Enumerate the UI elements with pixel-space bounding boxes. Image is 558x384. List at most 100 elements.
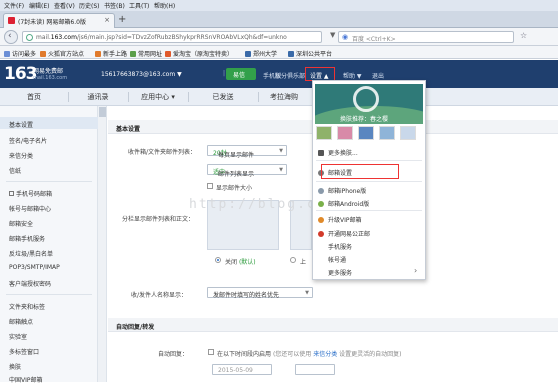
sidebar-item-skin[interactable]: 换肤 <box>9 362 21 371</box>
account-menu[interactable]: 15617663873@163.com ▼ <box>101 71 182 78</box>
sidebar-item-account-center[interactable]: 帐号与邮箱中心 <box>9 204 51 213</box>
tab-contacts[interactable]: 通讯录 <box>68 88 128 106</box>
density-select[interactable]: 邮件列表显示 适中 ▼ <box>207 164 287 178</box>
menu-bookmarks[interactable]: 书签(B) <box>104 1 125 10</box>
mail-logo[interactable]: 163 <box>4 64 37 84</box>
help-menu[interactable]: 帮助 ▼ <box>343 71 362 80</box>
tab-app-center[interactable]: 应用中心 ▾ <box>128 88 188 106</box>
tab-sent[interactable]: 已发送 <box>188 88 258 106</box>
menu-view[interactable]: 查看(V) <box>54 1 75 10</box>
sidebar-item-stationery[interactable]: 信纸 <box>9 166 21 175</box>
bookmark-shenzhen[interactable]: 深圳公共平台 <box>288 49 332 58</box>
sidebar-item-pop3[interactable]: POP3/SMTP/IMAP <box>9 264 60 271</box>
skin-ring-icon <box>353 86 379 112</box>
new-tab-button[interactable]: + <box>118 14 126 25</box>
sidebar-item-touchpoints[interactable]: 邮箱触点 <box>9 317 33 326</box>
skin-thumb[interactable] <box>379 126 395 140</box>
menu-help[interactable]: 帮助(H) <box>154 1 175 10</box>
search-input[interactable]: ◉ 百度 <Ctrl+K> <box>338 31 514 43</box>
sidebar-item-vip[interactable]: 中国VIP邮箱 <box>9 375 43 384</box>
bookmark-common-sites[interactable]: 常用网址 <box>130 49 162 58</box>
bookmark-zzu[interactable]: 郑州大学 <box>245 49 277 58</box>
sidebar-item-folders[interactable]: 文件夹和标签 <box>9 302 45 311</box>
yixin-button[interactable]: 易信 <box>226 68 256 80</box>
skin-thumb[interactable] <box>358 126 374 140</box>
mail-settings-highlight <box>321 164 399 179</box>
sender-name-select[interactable]: 发邮件时填写的姓名优先 ▼ <box>207 287 313 299</box>
folder-icon <box>130 51 136 57</box>
android-icon <box>318 201 324 207</box>
more-skins-item[interactable]: 更多换肤... <box>318 148 358 157</box>
sidebar-item-client-password[interactable]: 客户端授权密码 <box>9 279 51 288</box>
bookmark-ai-taobao[interactable]: 爱淘宝（原淘宝特卖） <box>165 49 233 58</box>
auto-reply-checkbox[interactable] <box>208 349 214 355</box>
url-text: mail.163.com/js6/main.jsp?sid=TDvzZofRub… <box>36 34 287 41</box>
android-version-item[interactable]: 邮箱Android版 <box>318 199 369 208</box>
sidebar-item-security[interactable]: 邮箱安全 <box>9 219 33 228</box>
logout-link[interactable]: 退出 <box>372 71 384 80</box>
vip-icon <box>318 217 324 223</box>
per-page-select[interactable]: 每页显示邮件 20封 ▼ <box>207 145 287 159</box>
upgrade-vip-item[interactable]: 升级VIP邮箱 <box>318 215 362 224</box>
end-date-input[interactable] <box>295 364 335 375</box>
chevron-down-icon: ▼ <box>305 290 309 296</box>
logo-subtitle: 网易免费邮 <box>33 68 64 75</box>
account-pass-item[interactable]: 帐号通 <box>318 255 346 264</box>
back-button[interactable]: ‹ <box>4 30 18 44</box>
close-tab-icon[interactable]: × <box>104 16 110 24</box>
sidebar-item-filters[interactable]: 来信分类 <box>9 151 33 160</box>
browser-tab[interactable]: (7封未读) 网易邮箱6.0版 × <box>3 13 115 28</box>
auto-reply-option: 在以下时间段内启用 (您还可以使用 来信分类 设置更灵活的自动回复) <box>217 351 402 358</box>
bookmark-firefox-site[interactable]: 火狐官方站点 <box>40 49 84 58</box>
menu-edit[interactable]: 编辑(E) <box>29 1 49 10</box>
bookmark-star-icon[interactable]: ☆ <box>520 31 527 40</box>
split-off-radio[interactable] <box>215 257 221 263</box>
divider <box>316 160 422 161</box>
skin-thumb[interactable] <box>316 126 332 140</box>
menu-file[interactable]: 文件(F) <box>4 1 24 10</box>
sidebar-item-phone-mail[interactable]: 手机号码邮箱 <box>9 189 52 198</box>
sidebar-item-signature[interactable]: 签名/电子名片 <box>9 136 47 145</box>
menu-history[interactable]: 历史(S) <box>79 1 100 10</box>
firefox-icon <box>40 51 46 57</box>
notarized-mail-item[interactable]: 开通网易公正邮 <box>318 229 370 238</box>
show-size-label: 显示邮件大小 <box>216 185 253 192</box>
mobile-service-item[interactable]: 手机服务 <box>318 242 352 251</box>
split-view-label: 分栏显示邮件列表和正文： <box>122 216 195 223</box>
filter-link[interactable]: 来信分类 <box>313 351 337 358</box>
apple-icon <box>318 188 324 194</box>
skin-caption: 换肤推荐：春之樱 <box>340 116 389 123</box>
bookmark-getting-started[interactable]: 新手上路 <box>95 49 127 58</box>
split-top-radio[interactable] <box>290 257 296 263</box>
chevron-down-icon: ▼ <box>279 148 283 154</box>
taobao-icon <box>165 51 171 57</box>
tab-home[interactable]: 首页 <box>0 88 68 106</box>
skin-thumb[interactable] <box>400 126 416 140</box>
bookmark-most-visited[interactable]: 访问最多 <box>4 49 36 58</box>
sidebar-item-multitab[interactable]: 多标签窗口 <box>9 347 39 356</box>
bookmark-icon <box>4 51 10 57</box>
browser-menubar: 文件(F) 编辑(E) 查看(V) 历史(S) 书签(B) 工具(T) 帮助(H… <box>0 0 558 11</box>
settings-highlight <box>305 67 335 81</box>
more-services-item[interactable]: 更多服务 <box>318 268 352 277</box>
sidebar-item-mobile-service[interactable]: 邮箱手机服务 <box>9 234 45 243</box>
points-club-link[interactable]: 积分俱乐部 <box>275 71 305 80</box>
start-date-input[interactable]: 2015-05-09 <box>212 364 272 375</box>
auto-reply-label: 自动回复： <box>158 351 189 358</box>
url-bar[interactable]: mail.163.com/js6/main.jsp?sid=TDvzZofRub… <box>22 31 322 43</box>
globe-icon <box>26 34 33 41</box>
scrollbar-thumb[interactable] <box>99 107 106 117</box>
tab-kaola[interactable]: 考拉海购 <box>258 88 310 106</box>
menu-tools[interactable]: 工具(T) <box>129 1 149 10</box>
tab-title: (7封未读) 网易邮箱6.0版 <box>18 19 86 26</box>
iphone-version-item[interactable]: 邮箱iPhone版 <box>318 186 366 195</box>
sidebar-scrollbar[interactable] <box>98 106 107 382</box>
chevron-down-icon: ▼ <box>279 167 283 173</box>
page-icon <box>288 51 294 57</box>
sidebar-item-lab[interactable]: 实验室 <box>9 332 27 341</box>
sidebar-item-basic-settings[interactable]: 基本设置 <box>9 120 33 129</box>
divider: | <box>223 70 226 77</box>
skin-thumb[interactable] <box>337 126 353 140</box>
show-size-checkbox[interactable] <box>207 183 213 189</box>
sidebar-item-antispam[interactable]: 反垃圾/黑白名单 <box>9 249 53 258</box>
